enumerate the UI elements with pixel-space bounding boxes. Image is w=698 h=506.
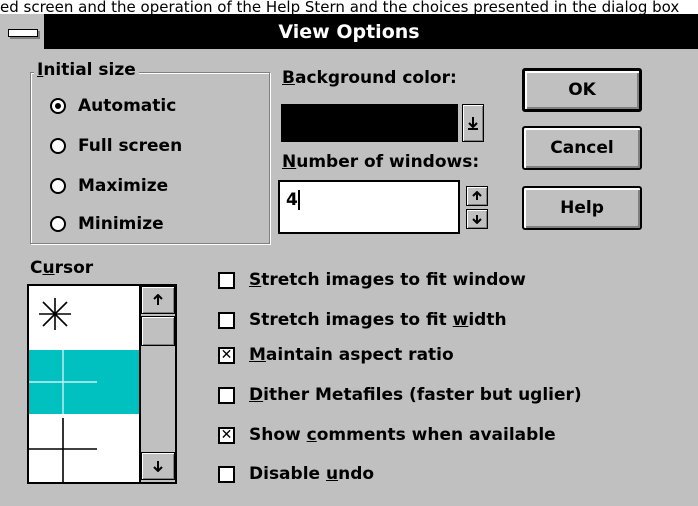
partial-text-above: ed screen and the operation of the Help … (0, 0, 698, 14)
cancel-button[interactable]: Cancel (522, 126, 642, 170)
checkbox-box (218, 465, 235, 483)
window-title: View Options (278, 20, 420, 43)
scroll-up-button[interactable] (141, 286, 175, 314)
checkbox-maintain-aspect[interactable]: ✕ Maintain aspect ratio (218, 345, 454, 365)
text-cursor (298, 190, 300, 210)
radio-full-screen[interactable]: Full screen (50, 136, 182, 156)
number-of-windows-value: 4 (286, 190, 298, 210)
radio-automatic[interactable]: Automatic (50, 96, 176, 116)
up-arrow-icon (472, 191, 482, 200)
radio-indicator (50, 138, 66, 154)
checkbox-box (218, 271, 235, 289)
dropdown-arrow-icon (468, 117, 478, 130)
down-arrow-icon (472, 215, 482, 224)
scroll-up-icon (153, 294, 163, 305)
radio-indicator (50, 178, 66, 194)
checkbox-box (218, 311, 235, 329)
cursor-listbox[interactable] (27, 284, 177, 484)
radio-indicator (50, 216, 66, 232)
background-color-dropdown-button[interactable] (462, 104, 484, 142)
radio-minimize[interactable]: Minimize (50, 214, 164, 234)
checkbox-disable-undo[interactable]: Disable undo (218, 464, 374, 484)
radio-maximize[interactable]: Maximize (50, 176, 168, 196)
checkbox-dither-metafiles[interactable]: Dither Metafiles (faster but uglier) (218, 385, 582, 405)
checkbox-box: ✕ (218, 426, 235, 444)
radio-indicator (50, 98, 66, 114)
system-menu-button[interactable] (0, 14, 46, 49)
cursor-label: Cursor (30, 258, 94, 278)
checkbox-box (218, 386, 235, 404)
number-of-windows-down[interactable] (466, 209, 488, 229)
background-color-swatch[interactable] (281, 104, 458, 142)
background-color-label: Background color: (282, 68, 457, 88)
number-of-windows-label: Number of windows: (282, 152, 480, 172)
selected-cursor-row[interactable] (29, 350, 139, 414)
scroll-thumb[interactable] (141, 316, 175, 346)
checkbox-box: ✕ (218, 346, 235, 364)
help-button[interactable]: Help (522, 186, 642, 230)
title-bar: View Options (0, 14, 698, 49)
ok-button[interactable]: OK (522, 68, 642, 112)
crosshair-cursor-icon (29, 418, 97, 482)
initial-size-legend: Initial size (34, 60, 139, 80)
thin-crosshair-cursor-icon (29, 350, 97, 414)
number-of-windows-input[interactable]: 4 (278, 180, 460, 234)
scroll-down-button[interactable] (141, 452, 175, 480)
cursor-scrollbar[interactable] (139, 286, 175, 482)
scroll-down-icon (153, 461, 163, 472)
asterisk-cursor-icon (39, 298, 71, 330)
checkbox-show-comments[interactable]: ✕ Show comments when available (218, 425, 556, 445)
number-of-windows-up[interactable] (466, 186, 488, 206)
checkbox-stretch-width[interactable]: Stretch images to fit width (218, 310, 507, 330)
checkbox-stretch-window[interactable]: Stretch images to fit window (218, 270, 526, 290)
system-menu-icon (8, 29, 38, 37)
